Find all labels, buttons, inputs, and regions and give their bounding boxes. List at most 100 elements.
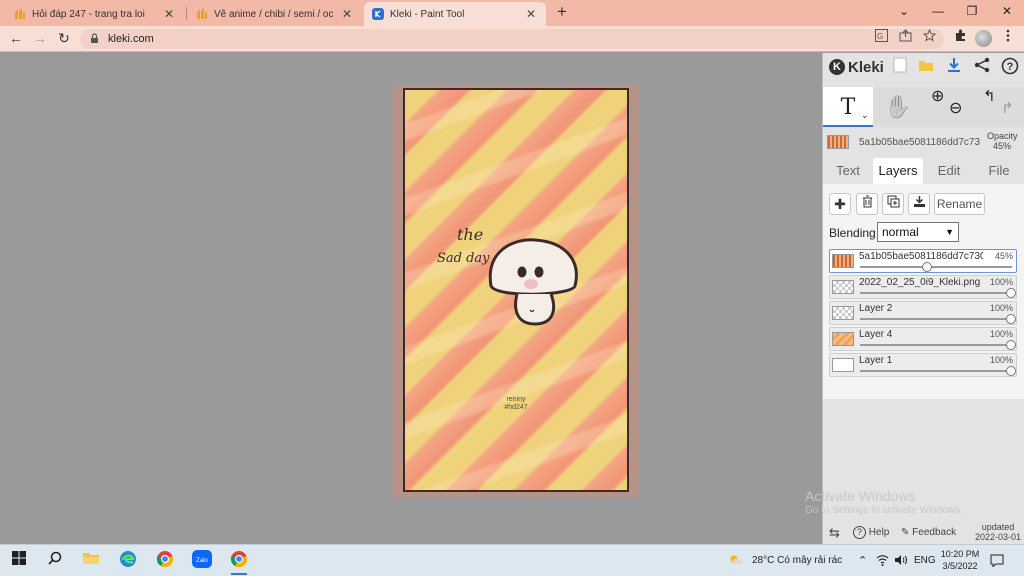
layer-thumbnail bbox=[832, 254, 854, 268]
hoidap-favicon-icon bbox=[14, 8, 26, 20]
open-folder-icon[interactable] bbox=[915, 57, 937, 79]
address-bar[interactable]: kleki.com bbox=[80, 29, 944, 49]
network-icon[interactable] bbox=[876, 545, 889, 576]
tab-text[interactable]: Text bbox=[823, 158, 873, 184]
kleki-logo-icon: K bbox=[829, 59, 845, 75]
chrome-active-icon[interactable] bbox=[228, 550, 250, 572]
layer-opacity: 100% bbox=[989, 303, 1013, 313]
layer-opacity-slider[interactable] bbox=[860, 344, 1012, 346]
tab-veanime[interactable]: Vẽ anime / chibi / semi / oc / mã ✕ bbox=[188, 2, 362, 26]
layer-opacity-slider-knob[interactable] bbox=[922, 262, 933, 272]
merge-down-button[interactable] bbox=[908, 193, 930, 215]
tab-close-icon[interactable]: ✕ bbox=[340, 7, 354, 21]
share-icon[interactable] bbox=[971, 57, 993, 79]
handwriting-sad-day: Sad day bbox=[437, 251, 490, 266]
zoom-out-icon[interactable]: ⊖ bbox=[949, 89, 962, 129]
activate-windows-title: Activate Windows bbox=[805, 488, 916, 504]
help-label: Help bbox=[868, 527, 890, 538]
layer-name: Layer 2 bbox=[859, 303, 893, 314]
search-icon[interactable] bbox=[44, 550, 66, 572]
minimize-button[interactable]: — bbox=[921, 0, 955, 24]
tab-close-icon[interactable]: ✕ bbox=[524, 7, 538, 21]
drawing-canvas[interactable]: the Sad day reinny #hd247 bbox=[403, 88, 629, 492]
duplicate-layer-button[interactable] bbox=[882, 193, 904, 215]
file-explorer-icon[interactable] bbox=[80, 550, 102, 572]
layer-opacity-slider[interactable] bbox=[860, 292, 1012, 294]
download-icon[interactable] bbox=[943, 57, 965, 79]
canvas-workspace[interactable]: the Sad day reinny #hd247 bbox=[0, 53, 822, 544]
delete-layer-button[interactable] bbox=[856, 193, 878, 215]
help-icon[interactable]: ? bbox=[999, 57, 1021, 79]
layer-opacity-slider[interactable] bbox=[860, 266, 1012, 268]
activate-windows-watermark: Activate Windows Go to Settings to activ… bbox=[805, 488, 963, 516]
rename-layer-button[interactable]: Rename bbox=[934, 193, 985, 215]
forward-button[interactable]: → bbox=[30, 29, 50, 49]
layer-opacity-slider-knob[interactable] bbox=[1006, 314, 1016, 324]
tray-chevron-up-icon[interactable]: ⌃ bbox=[858, 545, 867, 576]
volume-icon[interactable] bbox=[894, 545, 908, 576]
maximize-button[interactable]: ❐ bbox=[955, 0, 989, 24]
language-indicator[interactable]: ENG bbox=[914, 545, 936, 576]
layer-row[interactable]: 2022_02_25_0i9_Kleki.png 100% bbox=[829, 275, 1017, 299]
kleki-side-panel: K Kleki ? T ⌄ ✋ ⊕ ⊖ ↰ ↱ 5a1b05bae5081186… bbox=[822, 53, 1024, 544]
handwriting-the: the bbox=[457, 225, 483, 244]
back-button[interactable]: ← bbox=[6, 29, 26, 49]
tab-search-chevron-icon[interactable]: ⌄ bbox=[887, 0, 921, 24]
redo-icon[interactable]: ↱ bbox=[1001, 89, 1014, 129]
bookmark-star-icon[interactable] bbox=[920, 28, 938, 49]
layer-name: Layer 1 bbox=[859, 355, 893, 366]
layer-thumbnail bbox=[832, 280, 854, 294]
hand-tool-button[interactable]: ✋ bbox=[873, 87, 923, 127]
tab-close-icon[interactable]: ✕ bbox=[162, 7, 176, 21]
tab-kleki[interactable]: Kleki - Paint Tool ✕ bbox=[364, 2, 546, 26]
feedback-button[interactable]: ✎ Feedback bbox=[901, 525, 956, 541]
zalo-icon[interactable]: Zalo bbox=[191, 550, 213, 572]
zoom-in-icon[interactable]: ⊕ bbox=[931, 77, 944, 117]
updated-info: updated 2022-03-01 bbox=[973, 522, 1023, 542]
notifications-icon[interactable] bbox=[990, 545, 1004, 576]
help-button[interactable]: ? Help bbox=[853, 525, 889, 541]
extensions-puzzle-icon[interactable] bbox=[950, 29, 970, 49]
profile-avatar[interactable] bbox=[975, 30, 992, 47]
lock-icon bbox=[90, 32, 102, 46]
layer-opacity-slider[interactable] bbox=[860, 370, 1012, 372]
chrome-icon[interactable] bbox=[154, 550, 176, 572]
layer-row[interactable]: Layer 2 100% bbox=[829, 301, 1017, 325]
layer-opacity-slider-knob[interactable] bbox=[1006, 288, 1016, 298]
add-layer-button[interactable]: ✚ bbox=[829, 193, 851, 215]
blending-mode-select[interactable]: normal ▼ bbox=[877, 222, 959, 242]
layer-opacity-slider-knob[interactable] bbox=[1006, 340, 1016, 350]
system-clock[interactable]: 10:20 PM 3/5/2022 bbox=[940, 548, 980, 572]
translate-icon[interactable]: G bbox=[872, 29, 890, 49]
share-page-icon[interactable] bbox=[896, 29, 914, 49]
new-tab-button[interactable]: + bbox=[552, 3, 572, 23]
reload-button[interactable]: ↻ bbox=[54, 29, 74, 49]
chevron-down-icon: ⌄ bbox=[861, 110, 869, 120]
swap-side-icon[interactable]: ⇆ bbox=[829, 525, 840, 541]
weather-text[interactable]: 28°C Có mây rải rác bbox=[752, 545, 842, 576]
tab-title: Hỏi đáp 247 - trang tra loi bbox=[32, 8, 145, 20]
undo-icon[interactable]: ↰ bbox=[983, 77, 996, 117]
tab-hoidap[interactable]: Hỏi đáp 247 - trang tra loi ✕ bbox=[6, 2, 184, 26]
layer-opacity: 100% bbox=[989, 329, 1013, 339]
feedback-label: Feedback bbox=[912, 527, 957, 538]
layer-row[interactable]: 5a1b05bae5081186dd7c730e 45% bbox=[829, 249, 1017, 273]
browser-menu-icon[interactable] bbox=[998, 29, 1018, 49]
layer-opacity-slider[interactable] bbox=[860, 318, 1012, 320]
weather-icon[interactable] bbox=[728, 545, 744, 576]
tab-edit[interactable]: Edit bbox=[924, 158, 974, 184]
tab-layers[interactable]: Layers bbox=[873, 158, 923, 184]
tab-file[interactable]: File bbox=[974, 158, 1024, 184]
layer-opacity-slider-knob[interactable] bbox=[1006, 366, 1016, 376]
opacity-label: Opacity bbox=[987, 131, 1018, 141]
layer-name: Layer 4 bbox=[859, 329, 893, 340]
text-tool-button[interactable]: T ⌄ bbox=[823, 87, 873, 127]
edge-icon[interactable] bbox=[117, 550, 139, 572]
new-image-icon[interactable] bbox=[889, 57, 911, 79]
hand-icon: ✋ bbox=[884, 94, 912, 119]
layer-row[interactable]: Layer 1 100% bbox=[829, 353, 1017, 377]
close-window-button[interactable]: ✕ bbox=[990, 0, 1024, 24]
active-app-indicator bbox=[231, 573, 247, 575]
windows-start-icon[interactable] bbox=[8, 550, 30, 572]
layer-row[interactable]: Layer 4 100% bbox=[829, 327, 1017, 351]
